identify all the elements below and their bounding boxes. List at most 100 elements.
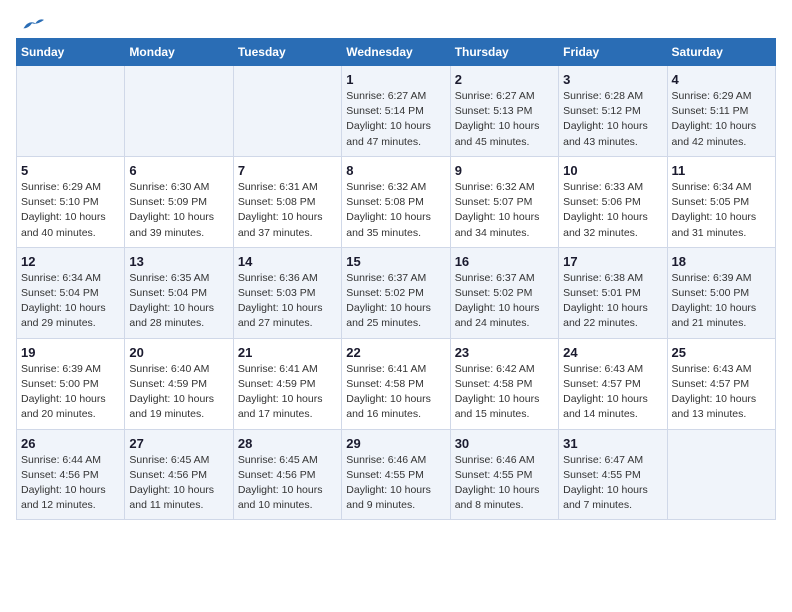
day-detail: Sunrise: 6:46 AM Sunset: 4:55 PM Dayligh… [455, 453, 554, 514]
week-row-2: 5 Sunrise: 6:29 AM Sunset: 5:10 PM Daylig… [17, 156, 776, 247]
week-row-5: 26 Sunrise: 6:44 AM Sunset: 4:56 PM Dayli… [17, 429, 776, 520]
week-row-1: 1Sunrise: 6:27 AM Sunset: 5:14 PM Daylig… [17, 66, 776, 157]
calendar-cell: 5 Sunrise: 6:29 AM Sunset: 5:10 PM Daylig… [17, 156, 125, 247]
day-detail: Sunrise: 6:43 AM Sunset: 4:57 PM Dayligh… [672, 362, 771, 423]
day-number: 10 [563, 163, 662, 178]
day-number: 11 [672, 163, 771, 178]
calendar-cell: 26 Sunrise: 6:44 AM Sunset: 4:56 PM Dayli… [17, 429, 125, 520]
calendar-body: 1Sunrise: 6:27 AM Sunset: 5:14 PM Daylig… [17, 66, 776, 520]
week-row-4: 19Sunrise: 6:39 AM Sunset: 5:00 PM Dayli… [17, 338, 776, 429]
week-row-3: 12 Sunrise: 6:34 AM Sunset: 5:04 PM Dayli… [17, 247, 776, 338]
calendar-cell: 19Sunrise: 6:39 AM Sunset: 5:00 PM Dayli… [17, 338, 125, 429]
calendar-cell: 11 Sunrise: 6:34 AM Sunset: 5:05 PM Dayli… [667, 156, 775, 247]
calendar-cell: 12 Sunrise: 6:34 AM Sunset: 5:04 PM Dayli… [17, 247, 125, 338]
day-detail: Sunrise: 6:37 AM Sunset: 5:02 PM Dayligh… [455, 271, 554, 332]
day-number: 29 [346, 436, 445, 451]
day-number: 21 [238, 345, 337, 360]
day-detail: Sunrise: 6:30 AM Sunset: 5:09 PM Dayligh… [129, 180, 228, 241]
calendar-cell: 25 Sunrise: 6:43 AM Sunset: 4:57 PM Dayli… [667, 338, 775, 429]
calendar-cell: 17 Sunrise: 6:38 AM Sunset: 5:01 PM Dayli… [559, 247, 667, 338]
calendar-cell: 20 Sunrise: 6:40 AM Sunset: 4:59 PM Dayli… [125, 338, 233, 429]
calendar-cell: 28Sunrise: 6:45 AM Sunset: 4:56 PM Dayli… [233, 429, 341, 520]
day-number: 3 [563, 72, 662, 87]
day-detail: Sunrise: 6:47 AM Sunset: 4:55 PM Dayligh… [563, 453, 662, 514]
day-detail: Sunrise: 6:32 AM Sunset: 5:07 PM Dayligh… [455, 180, 554, 241]
day-number: 7 [238, 163, 337, 178]
day-detail: Sunrise: 6:41 AM Sunset: 4:58 PM Dayligh… [346, 362, 445, 423]
day-detail: Sunrise: 6:32 AM Sunset: 5:08 PM Dayligh… [346, 180, 445, 241]
calendar-cell: 22 Sunrise: 6:41 AM Sunset: 4:58 PM Dayli… [342, 338, 450, 429]
day-detail: Sunrise: 6:27 AM Sunset: 5:13 PM Dayligh… [455, 89, 554, 150]
day-number: 18 [672, 254, 771, 269]
calendar-header: SundayMondayTuesdayWednesdayThursdayFrid… [17, 39, 776, 66]
day-number: 5 [21, 163, 120, 178]
calendar-cell: 10 Sunrise: 6:33 AM Sunset: 5:06 PM Dayli… [559, 156, 667, 247]
day-number: 16 [455, 254, 554, 269]
day-detail: Sunrise: 6:45 AM Sunset: 4:56 PM Dayligh… [238, 453, 337, 514]
calendar-cell: 6 Sunrise: 6:30 AM Sunset: 5:09 PM Daylig… [125, 156, 233, 247]
day-detail: Sunrise: 6:37 AM Sunset: 5:02 PM Dayligh… [346, 271, 445, 332]
calendar-cell: 15 Sunrise: 6:37 AM Sunset: 5:02 PM Dayli… [342, 247, 450, 338]
day-number: 20 [129, 345, 228, 360]
day-number: 31 [563, 436, 662, 451]
header-sunday: Sunday [17, 39, 125, 66]
header-wednesday: Wednesday [342, 39, 450, 66]
day-detail: Sunrise: 6:35 AM Sunset: 5:04 PM Dayligh… [129, 271, 228, 332]
day-detail: Sunrise: 6:28 AM Sunset: 5:12 PM Dayligh… [563, 89, 662, 150]
calendar-cell: 31 Sunrise: 6:47 AM Sunset: 4:55 PM Dayli… [559, 429, 667, 520]
calendar-cell: 14 Sunrise: 6:36 AM Sunset: 5:03 PM Dayli… [233, 247, 341, 338]
day-number: 15 [346, 254, 445, 269]
calendar-cell [17, 66, 125, 157]
day-number: 17 [563, 254, 662, 269]
day-number: 6 [129, 163, 228, 178]
calendar-cell: 2Sunrise: 6:27 AM Sunset: 5:13 PM Daylig… [450, 66, 558, 157]
day-detail: Sunrise: 6:38 AM Sunset: 5:01 PM Dayligh… [563, 271, 662, 332]
day-number: 30 [455, 436, 554, 451]
day-number: 4 [672, 72, 771, 87]
calendar-cell: 27 Sunrise: 6:45 AM Sunset: 4:56 PM Dayli… [125, 429, 233, 520]
day-detail: Sunrise: 6:43 AM Sunset: 4:57 PM Dayligh… [563, 362, 662, 423]
day-number: 9 [455, 163, 554, 178]
header-thursday: Thursday [450, 39, 558, 66]
calendar-table: SundayMondayTuesdayWednesdayThursdayFrid… [16, 38, 776, 520]
calendar-cell: 18 Sunrise: 6:39 AM Sunset: 5:00 PM Dayli… [667, 247, 775, 338]
day-number: 13 [129, 254, 228, 269]
day-detail: Sunrise: 6:29 AM Sunset: 5:11 PM Dayligh… [672, 89, 771, 150]
day-number: 1 [346, 72, 445, 87]
day-detail: Sunrise: 6:29 AM Sunset: 5:10 PM Dayligh… [21, 180, 120, 241]
day-detail: Sunrise: 6:41 AM Sunset: 4:59 PM Dayligh… [238, 362, 337, 423]
day-number: 27 [129, 436, 228, 451]
day-detail: Sunrise: 6:42 AM Sunset: 4:58 PM Dayligh… [455, 362, 554, 423]
calendar-cell: 16 Sunrise: 6:37 AM Sunset: 5:02 PM Dayli… [450, 247, 558, 338]
day-number: 22 [346, 345, 445, 360]
day-detail: Sunrise: 6:44 AM Sunset: 4:56 PM Dayligh… [21, 453, 120, 514]
calendar-cell: 9 Sunrise: 6:32 AM Sunset: 5:07 PM Daylig… [450, 156, 558, 247]
day-number: 12 [21, 254, 120, 269]
day-detail: Sunrise: 6:45 AM Sunset: 4:56 PM Dayligh… [129, 453, 228, 514]
calendar-cell: 1Sunrise: 6:27 AM Sunset: 5:14 PM Daylig… [342, 66, 450, 157]
logo [16, 16, 44, 30]
calendar-cell: 24Sunrise: 6:43 AM Sunset: 4:57 PM Dayli… [559, 338, 667, 429]
logo-bird-icon [20, 16, 44, 34]
calendar-cell: 21 Sunrise: 6:41 AM Sunset: 4:59 PM Dayli… [233, 338, 341, 429]
day-number: 14 [238, 254, 337, 269]
calendar-cell: 7Sunrise: 6:31 AM Sunset: 5:08 PM Daylig… [233, 156, 341, 247]
day-detail: Sunrise: 6:46 AM Sunset: 4:55 PM Dayligh… [346, 453, 445, 514]
day-detail: Sunrise: 6:33 AM Sunset: 5:06 PM Dayligh… [563, 180, 662, 241]
day-detail: Sunrise: 6:39 AM Sunset: 5:00 PM Dayligh… [21, 362, 120, 423]
day-detail: Sunrise: 6:40 AM Sunset: 4:59 PM Dayligh… [129, 362, 228, 423]
header-monday: Monday [125, 39, 233, 66]
calendar-cell [233, 66, 341, 157]
calendar-cell: 30 Sunrise: 6:46 AM Sunset: 4:55 PM Dayli… [450, 429, 558, 520]
day-detail: Sunrise: 6:36 AM Sunset: 5:03 PM Dayligh… [238, 271, 337, 332]
day-detail: Sunrise: 6:34 AM Sunset: 5:05 PM Dayligh… [672, 180, 771, 241]
header-saturday: Saturday [667, 39, 775, 66]
calendar-cell: 23Sunrise: 6:42 AM Sunset: 4:58 PM Dayli… [450, 338, 558, 429]
header-tuesday: Tuesday [233, 39, 341, 66]
calendar-cell [667, 429, 775, 520]
day-detail: Sunrise: 6:39 AM Sunset: 5:00 PM Dayligh… [672, 271, 771, 332]
calendar-cell: 4 Sunrise: 6:29 AM Sunset: 5:11 PM Daylig… [667, 66, 775, 157]
day-detail: Sunrise: 6:34 AM Sunset: 5:04 PM Dayligh… [21, 271, 120, 332]
day-number: 25 [672, 345, 771, 360]
day-number: 26 [21, 436, 120, 451]
